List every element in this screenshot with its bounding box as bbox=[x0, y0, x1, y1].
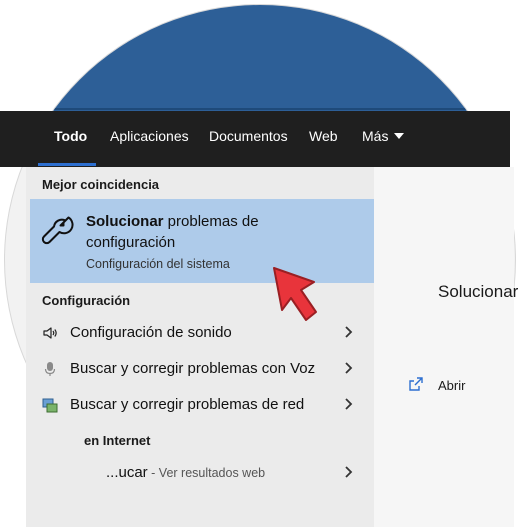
list-item-label: Buscar y corregir problemas de red bbox=[70, 396, 305, 413]
list-item-web-search[interactable]: ...ucar - Ver resultados web bbox=[30, 456, 374, 490]
tab-todo[interactable]: Todo bbox=[54, 111, 87, 167]
preview-pane bbox=[374, 167, 514, 527]
open-action[interactable]: Abrir bbox=[408, 374, 508, 396]
best-match-title-bold: Solucionar bbox=[86, 213, 164, 230]
list-item-network-troubleshoot[interactable]: Buscar y corregir problemas de red bbox=[30, 388, 374, 422]
best-match-title: Solucionar problemas de configuración bbox=[86, 211, 316, 253]
chevron-right-icon bbox=[345, 466, 353, 478]
web-search-suffix: - Ver resultados web bbox=[147, 466, 266, 480]
tab-documentos[interactable]: Documentos bbox=[209, 111, 288, 167]
web-search-heading: en Internet bbox=[84, 433, 151, 448]
list-item-sound-settings[interactable]: Configuración de sonido bbox=[30, 316, 374, 350]
chevron-right-icon bbox=[345, 326, 353, 338]
desktop-divider bbox=[5, 108, 515, 110]
active-tab-indicator bbox=[38, 163, 96, 166]
desktop-background bbox=[5, 5, 515, 120]
list-item-voice-troubleshoot[interactable]: Buscar y corregir problemas con Voz bbox=[30, 352, 374, 386]
chevron-down-icon bbox=[394, 133, 405, 139]
network-icon bbox=[42, 398, 58, 413]
chevron-right-icon bbox=[345, 362, 353, 374]
chevron-right-icon bbox=[345, 398, 353, 410]
open-label: Abrir bbox=[438, 378, 466, 393]
tab-mas-label: Más bbox=[362, 128, 389, 144]
tab-aplicaciones[interactable]: Aplicaciones bbox=[110, 111, 189, 167]
speaker-icon bbox=[43, 327, 57, 339]
search-tab-bar: Todo Aplicaciones Documentos Web Más bbox=[0, 111, 510, 167]
microphone-icon bbox=[44, 362, 56, 376]
red-arrow-pointer-icon bbox=[273, 267, 317, 321]
web-search-query: ...ucar bbox=[106, 464, 148, 481]
web-search-label: ...ucar - Ver resultados web bbox=[106, 464, 265, 481]
list-item-label: Buscar y corregir problemas con Voz bbox=[70, 360, 316, 377]
best-match-subtitle: Configuración del sistema bbox=[86, 257, 230, 271]
list-item-label: Configuración de sonido bbox=[70, 324, 232, 341]
best-match-heading: Mejor coincidencia bbox=[42, 177, 160, 192]
wrench-icon bbox=[41, 216, 74, 245]
tab-mas[interactable]: Más bbox=[362, 111, 405, 167]
open-external-icon bbox=[409, 377, 423, 391]
settings-heading: Configuración bbox=[42, 293, 131, 308]
tab-web[interactable]: Web bbox=[309, 111, 338, 167]
preview-title: Solucionar bbox=[438, 282, 519, 301]
